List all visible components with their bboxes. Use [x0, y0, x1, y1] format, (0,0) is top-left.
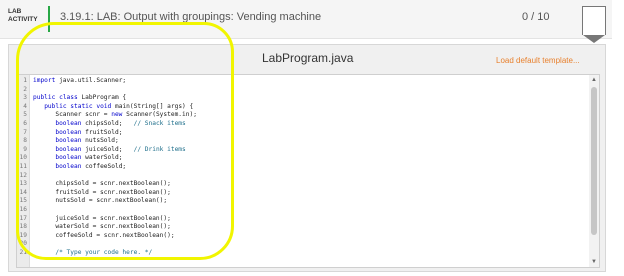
- code-line[interactable]: 20: [17, 240, 587, 249]
- code-text[interactable]: public class LabProgram {: [29, 94, 126, 103]
- code-panel: LabProgram.java Load default template...…: [8, 44, 606, 272]
- code-text[interactable]: [29, 206, 33, 215]
- lab-tag-line1: LAB: [8, 8, 22, 15]
- code-lines[interactable]: 1 import java.util.Scanner; 2 3 public class…: [17, 77, 587, 257]
- lab-title: 3.19.1: LAB: Output with groupings: Vend…: [60, 11, 322, 23]
- code-line[interactable]: 11 boolean coffeeSold;: [17, 163, 587, 172]
- code-text[interactable]: fruitSold = scnr.nextBoolean();: [29, 189, 171, 198]
- code-line[interactable]: 4 public static void main(String[] args)…: [17, 103, 587, 112]
- code-line[interactable]: 13 chipsSold = scnr.nextBoolean();: [17, 180, 587, 189]
- line-number: 8: [23, 137, 27, 145]
- code-text[interactable]: juiceSold = scnr.nextBoolean();: [29, 215, 171, 224]
- code-text[interactable]: boolean waterSold;: [29, 154, 122, 163]
- line-number: 4: [23, 102, 27, 110]
- editor-scrollbar[interactable]: ▲ ▼: [589, 75, 599, 267]
- code-line[interactable]: 2: [17, 86, 587, 95]
- completion-badge-icon: [582, 6, 606, 43]
- code-text[interactable]: nutsSold = scnr.nextBoolean();: [29, 197, 167, 206]
- line-number: 1: [23, 77, 27, 84]
- code-text[interactable]: Scanner scnr = new Scanner(System.in);: [29, 111, 197, 120]
- code-line[interactable]: 6 boolean chipsSold; // Snack items: [17, 120, 587, 129]
- line-number: 14: [19, 188, 27, 196]
- line-number: 18: [19, 223, 27, 231]
- code-text[interactable]: public static void main(String[] args) {: [29, 103, 193, 112]
- filename-label: LabProgram.java: [262, 51, 354, 65]
- line-number: 20: [19, 240, 27, 248]
- line-number: 7: [23, 128, 27, 136]
- code-text[interactable]: boolean fruitSold;: [29, 129, 122, 138]
- code-text[interactable]: chipsSold = scnr.nextBoolean();: [29, 180, 171, 189]
- code-text[interactable]: waterSold = scnr.nextBoolean();: [29, 223, 171, 232]
- lab-activity-tag: LAB ACTIVITY: [8, 8, 46, 24]
- header-divider: [48, 6, 50, 32]
- code-text[interactable]: boolean chipsSold; // Snack items: [29, 120, 185, 129]
- code-text[interactable]: [29, 172, 33, 181]
- lab-tag-line2: ACTIVITY: [8, 16, 38, 23]
- code-line[interactable]: 3 public class LabProgram {: [17, 94, 587, 103]
- line-number: 6: [23, 119, 27, 127]
- code-line[interactable]: 12: [17, 172, 587, 181]
- code-line[interactable]: 15 nutsSold = scnr.nextBoolean();: [17, 197, 587, 206]
- code-line[interactable]: 18 waterSold = scnr.nextBoolean();: [17, 223, 587, 232]
- code-text[interactable]: boolean coffeeSold;: [29, 163, 126, 172]
- line-number: 2: [23, 85, 27, 93]
- line-number: 10: [19, 154, 27, 162]
- line-number: 13: [19, 180, 27, 188]
- line-number: 17: [19, 214, 27, 222]
- code-line[interactable]: 5 Scanner scnr = new Scanner(System.in);: [17, 111, 587, 120]
- line-number: 3: [23, 94, 27, 102]
- code-line[interactable]: 7 boolean fruitSold;: [17, 129, 587, 138]
- line-number: 9: [23, 145, 27, 153]
- scrollbar-thumb[interactable]: [591, 87, 597, 235]
- line-number: 5: [23, 111, 27, 119]
- code-line[interactable]: 10 boolean waterSold;: [17, 154, 587, 163]
- code-line[interactable]: 19 coffeeSold = scnr.nextBoolean();: [17, 232, 587, 241]
- line-number: 21: [19, 248, 27, 256]
- code-line[interactable]: 9 boolean juiceSold; // Drink items: [17, 146, 587, 155]
- line-number: 16: [19, 205, 27, 213]
- code-text[interactable]: import java.util.Scanner;: [29, 77, 126, 86]
- code-text[interactable]: boolean juiceSold; // Drink items: [29, 146, 185, 155]
- code-text[interactable]: /* Type your code here. */: [29, 249, 152, 258]
- line-number: 15: [19, 197, 27, 205]
- code-text[interactable]: coffeeSold = scnr.nextBoolean();: [29, 232, 174, 241]
- code-text[interactable]: [29, 240, 33, 249]
- scroll-down-arrow-icon[interactable]: ▼: [591, 258, 597, 266]
- line-number: 12: [19, 171, 27, 179]
- scroll-up-arrow-icon[interactable]: ▲: [591, 76, 597, 84]
- code-line[interactable]: 21 /* Type your code here. */: [17, 249, 587, 258]
- score-text: 0 / 10: [522, 11, 550, 23]
- code-line[interactable]: 16: [17, 206, 587, 215]
- code-line[interactable]: 14 fruitSold = scnr.nextBoolean();: [17, 189, 587, 198]
- line-number: 19: [19, 231, 27, 239]
- lab-header: LAB ACTIVITY 3.19.1: LAB: Output with gr…: [0, 0, 612, 43]
- line-number: 11: [19, 162, 27, 170]
- code-editor[interactable]: 1 import java.util.Scanner; 2 3 public class…: [16, 74, 600, 268]
- code-line[interactable]: 1 import java.util.Scanner;: [17, 77, 587, 86]
- code-line[interactable]: 17 juiceSold = scnr.nextBoolean();: [17, 215, 587, 224]
- code-line[interactable]: 8 boolean nutsSold;: [17, 137, 587, 146]
- load-default-template-link[interactable]: Load default template...: [496, 56, 580, 65]
- code-text[interactable]: boolean nutsSold;: [29, 137, 118, 146]
- code-text[interactable]: [29, 86, 33, 95]
